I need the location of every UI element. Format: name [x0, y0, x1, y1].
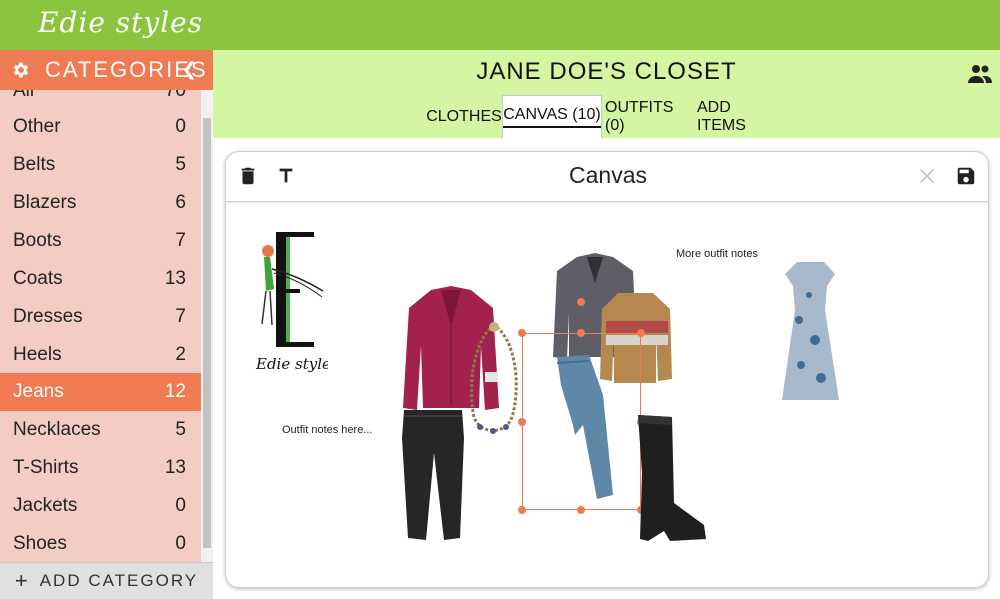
- resize-handle[interactable]: [577, 506, 585, 514]
- category-item-shoes[interactable]: Shoes 0: [0, 525, 201, 562]
- categories-header: CATEGORIES ❮: [0, 50, 213, 90]
- embedded-logo-text: Edie styles: [255, 355, 328, 373]
- category-count: 0: [175, 533, 186, 554]
- category-item-boots[interactable]: Boots 7: [0, 222, 201, 260]
- tab-label: OUTFITS (0): [605, 98, 674, 134]
- category-item-dresses[interactable]: Dresses 7: [0, 298, 201, 336]
- category-item-coats[interactable]: Coats 13: [0, 260, 201, 298]
- edie-styles-logo-image[interactable]: Edie styles: [248, 229, 328, 379]
- category-label: Boots: [13, 230, 62, 251]
- closet-header: JANE DOE'S CLOSET CLOTHES CANVAS (10) OU…: [213, 50, 1000, 138]
- chevron-left-icon[interactable]: ❮: [182, 59, 197, 80]
- category-item-blazers[interactable]: Blazers 6: [0, 184, 201, 222]
- resize-handle[interactable]: [518, 418, 526, 426]
- category-item-all[interactable]: All 70: [0, 90, 201, 110]
- category-label: Jeans: [13, 381, 64, 402]
- category-count: 12: [164, 381, 186, 402]
- canvas-card: Canvas Edie styles: [225, 151, 989, 588]
- resize-handle[interactable]: [577, 329, 585, 337]
- tab-add-items[interactable]: ADD ITEMS: [697, 95, 781, 138]
- category-count: 0: [175, 116, 186, 137]
- resize-handle[interactable]: [518, 506, 526, 514]
- resize-handle[interactable]: [518, 329, 526, 337]
- category-label: Other: [13, 116, 61, 137]
- canvas-area[interactable]: Edie styles Outfit notes here... More ou…: [226, 203, 988, 587]
- selection-box[interactable]: [522, 333, 641, 510]
- necklace-image[interactable]: [466, 321, 524, 439]
- scrollbar-thumb[interactable]: [203, 118, 211, 548]
- app-logo[interactable]: Edie styles: [38, 6, 203, 39]
- category-count: 6: [175, 192, 186, 213]
- category-label: Heels: [13, 344, 62, 365]
- resize-handle[interactable]: [637, 329, 645, 337]
- category-item-heels[interactable]: Heels 2: [0, 336, 201, 374]
- close-icon[interactable]: [916, 165, 938, 187]
- floral-dress-image[interactable]: [779, 260, 842, 405]
- category-list: All 70 Other 0 Belts 5 Blazers 6 Boots 7…: [0, 90, 201, 562]
- boot-image[interactable]: [634, 413, 709, 545]
- category-item-necklaces[interactable]: Necklaces 5: [0, 411, 201, 449]
- category-scrollbar[interactable]: [201, 90, 213, 562]
- category-item-t-shirts[interactable]: T-Shirts 13: [0, 449, 201, 487]
- tab-label: CANVAS (10): [503, 106, 601, 128]
- category-item-jackets[interactable]: Jackets 0: [0, 487, 201, 525]
- category-label: Necklaces: [13, 419, 101, 440]
- plus-icon: +: [14, 568, 30, 593]
- category-count: 5: [175, 154, 186, 175]
- category-item-belts[interactable]: Belts 5: [0, 146, 201, 184]
- category-count: 70: [164, 90, 186, 101]
- category-label: Blazers: [13, 192, 77, 213]
- tab-label: ADD ITEMS: [697, 98, 746, 134]
- category-label: Jackets: [13, 495, 78, 516]
- category-count: 5: [175, 419, 186, 440]
- category-label: T-Shirts: [13, 457, 79, 478]
- page-title: JANE DOE'S CLOSET: [476, 58, 737, 85]
- save-icon[interactable]: [955, 165, 977, 187]
- gear-icon[interactable]: [11, 60, 31, 80]
- add-category-button[interactable]: + ADD CATEGORY: [0, 562, 213, 599]
- category-label: Shoes: [13, 533, 67, 554]
- rotate-handle[interactable]: [577, 298, 585, 306]
- tab-outfits[interactable]: OUTFITS (0): [605, 95, 685, 138]
- category-count: 13: [164, 457, 186, 478]
- black-jeans-image[interactable]: [398, 408, 468, 543]
- category-count: 7: [175, 306, 186, 327]
- category-label: Coats: [13, 268, 63, 289]
- add-category-label: ADD CATEGORY: [39, 571, 199, 590]
- tab-label: CLOTHES: [426, 107, 502, 125]
- category-count: 2: [175, 344, 186, 365]
- canvas-title: Canvas: [569, 162, 647, 188]
- category-count: 0: [175, 495, 186, 516]
- main-panel: JANE DOE'S CLOSET CLOTHES CANVAS (10) OU…: [213, 50, 1000, 599]
- people-icon[interactable]: [968, 64, 992, 84]
- category-item-other[interactable]: Other 0: [0, 108, 201, 146]
- tab-canvas[interactable]: CANVAS (10): [502, 95, 602, 138]
- category-label: Belts: [13, 154, 56, 175]
- category-item-jeans[interactable]: Jeans 12: [0, 373, 201, 411]
- top-bar: Edie styles: [0, 0, 1000, 50]
- canvas-note[interactable]: More outfit notes: [676, 248, 758, 260]
- category-label: Dresses: [13, 306, 83, 327]
- canvas-toolbar: Canvas: [226, 152, 988, 202]
- category-count: 7: [175, 230, 186, 251]
- category-sidebar: CATEGORIES ❮ All 70 Other 0 Belts 5 Blaz…: [0, 50, 213, 599]
- tab-clothes[interactable]: CLOTHES: [426, 95, 502, 138]
- closet-tabs: CLOTHES CANVAS (10) OUTFITS (0) ADD ITEM…: [213, 95, 1000, 138]
- category-count: 13: [164, 268, 186, 289]
- canvas-note[interactable]: Outfit notes here...: [282, 424, 373, 436]
- category-label: All: [13, 90, 35, 101]
